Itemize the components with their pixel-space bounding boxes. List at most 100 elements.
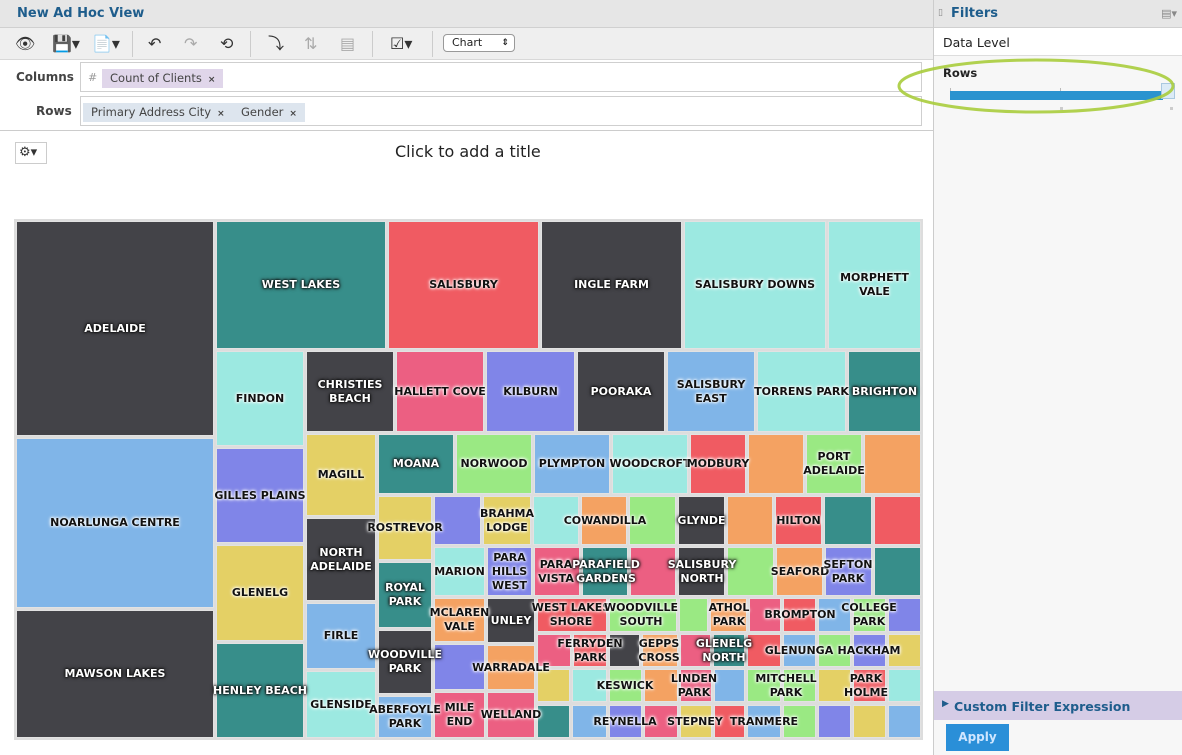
treemap-cell-port-adelaide[interactable]: [806, 434, 862, 494]
treemap-cell-woodcroft[interactable]: [612, 434, 688, 494]
custom-filter-expression-toggle[interactable]: ▶ Custom Filter Expression: [934, 691, 1182, 720]
treemap-cell-adelaide[interactable]: [16, 221, 214, 436]
treemap-cell-morphett-vale[interactable]: [828, 221, 921, 349]
treemap-cell-mitchell-park[interactable]: [783, 669, 816, 702]
treemap-cell-stepney[interactable]: [680, 705, 712, 738]
treemap-cell[interactable]: [824, 496, 872, 545]
remove-icon[interactable]: ×: [208, 75, 216, 85]
treemap-cell[interactable]: [581, 496, 627, 545]
treemap-cell-hackham[interactable]: [853, 634, 886, 667]
treemap-cell[interactable]: [874, 496, 921, 545]
treemap-cell-ferryden-park[interactable]: [573, 634, 607, 667]
treemap-cell-woodville-park[interactable]: [378, 630, 432, 694]
treemap-cell[interactable]: [874, 547, 921, 596]
treemap-cell-royal-park[interactable]: [378, 562, 432, 628]
treemap-cell-salisbury-north[interactable]: [678, 547, 725, 596]
treemap-cell-norwood[interactable]: [456, 434, 532, 494]
sort-icon[interactable]: ⇅: [304, 34, 317, 54]
treemap-cell-aberfoyle-park[interactable]: [378, 696, 432, 738]
treemap-cell[interactable]: [748, 434, 804, 494]
remove-icon[interactable]: ×: [217, 109, 225, 119]
filter-menu-icon[interactable]: ▤▾: [1161, 7, 1177, 20]
treemap-cell[interactable]: [727, 496, 773, 545]
treemap-cell-cowandilla[interactable]: [533, 496, 579, 545]
treemap-cell-marion[interactable]: [434, 547, 485, 596]
treemap-cell-rostrevor[interactable]: [378, 496, 432, 560]
treemap-cell[interactable]: [679, 598, 708, 632]
export-icon[interactable]: 📄▾: [92, 34, 120, 54]
treemap-cell-salisbury-east[interactable]: [667, 351, 755, 432]
treemap-cell[interactable]: [783, 705, 816, 738]
treemap-cell-moana[interactable]: [378, 434, 454, 494]
treemap-cell-hilton[interactable]: [775, 496, 822, 545]
treemap-cell-kilburn[interactable]: [486, 351, 575, 432]
treemap-cell[interactable]: [749, 598, 781, 632]
treemap-cell-west-lakes[interactable]: [216, 221, 386, 349]
treemap-cell-hallett-cove[interactable]: [396, 351, 484, 432]
treemap-cell[interactable]: [853, 705, 886, 738]
apply-button[interactable]: Apply: [946, 724, 1009, 751]
rows-shelf[interactable]: Primary Address City × Gender ×: [80, 96, 922, 126]
treemap-cell[interactable]: [629, 496, 676, 545]
treemap-cell[interactable]: [537, 705, 570, 738]
treemap-cell[interactable]: [818, 669, 851, 702]
treemap-cell-parafield-gardens[interactable]: [582, 547, 628, 596]
treemap-cell-findon[interactable]: [216, 351, 304, 446]
treemap-cell[interactable]: [630, 547, 676, 596]
redo-icon[interactable]: ↷: [184, 34, 197, 54]
treemap-cell-park-holme[interactable]: [853, 669, 886, 702]
undo-icon[interactable]: ↶: [148, 34, 161, 54]
treemap-cell-henley-beach[interactable]: [216, 643, 304, 738]
treemap-cell[interactable]: [644, 669, 678, 702]
treemap-cell-glenelg-north[interactable]: [713, 634, 745, 667]
treemap-cell[interactable]: [537, 634, 571, 667]
treemap-cell-glenside[interactable]: [306, 671, 376, 738]
treemap-cell-athol-park[interactable]: [710, 598, 747, 632]
undo-all-icon[interactable]: ⟲: [220, 34, 233, 54]
treemap-cell-welland[interactable]: [487, 692, 535, 738]
save-icon[interactable]: 💾▾: [52, 34, 80, 54]
treemap-cell[interactable]: [434, 644, 485, 690]
treemap-cell[interactable]: [888, 669, 921, 702]
treemap-cell[interactable]: [537, 669, 570, 702]
treemap-cell-gilles-plains[interactable]: [216, 448, 304, 543]
treemap-cell[interactable]: [818, 598, 851, 632]
treemap-cell-plympton[interactable]: [534, 434, 610, 494]
treemap-cell-christies-beach[interactable]: [306, 351, 394, 432]
chart-title-placeholder[interactable]: Click to add a title: [395, 142, 541, 161]
treemap-cell-mawson-lakes[interactable]: [16, 610, 214, 738]
treemap-cell[interactable]: [644, 705, 678, 738]
treemap-cell-gepps-cross[interactable]: [642, 634, 678, 667]
treemap-cell-north-adelaide[interactable]: [306, 518, 376, 601]
treemap-cell[interactable]: [434, 496, 481, 545]
treemap-cell-warradale[interactable]: [487, 645, 535, 690]
treemap-cell[interactable]: [572, 705, 607, 738]
treemap-cell-modbury[interactable]: [690, 434, 746, 494]
treemap-cell[interactable]: [727, 547, 774, 596]
treemap-cell-salisbury-downs[interactable]: [684, 221, 826, 349]
treemap-cell-woodville-south[interactable]: [609, 598, 677, 632]
treemap-cell-sefton-park[interactable]: [825, 547, 872, 596]
treemap-cell-pooraka[interactable]: [577, 351, 665, 432]
treemap-cell[interactable]: [714, 705, 745, 738]
remove-icon[interactable]: ×: [289, 109, 297, 119]
treemap-cell-keswick[interactable]: [609, 669, 642, 702]
treemap-cell[interactable]: [680, 634, 711, 667]
treemap-cell-noarlunga-centre[interactable]: [16, 438, 214, 608]
row-pill-primary-address-city[interactable]: Primary Address City ×: [83, 103, 233, 122]
treemap-cell-para-vista[interactable]: [534, 547, 580, 596]
treemap-cell-ingle-farm[interactable]: [541, 221, 682, 349]
treemap-cell-brighton[interactable]: [848, 351, 921, 432]
treemap-cell[interactable]: [818, 705, 851, 738]
table-options-icon[interactable]: ▤: [340, 34, 355, 54]
eye-icon[interactable]: 👁: [15, 34, 35, 54]
view-mode-select[interactable]: Chart ⇕: [443, 34, 515, 52]
treemap-cell-glynde[interactable]: [678, 496, 725, 545]
treemap-cell-reynella[interactable]: [609, 705, 642, 738]
treemap-cell-seaford[interactable]: [776, 547, 823, 596]
treemap-cell-mile-end[interactable]: [434, 692, 485, 738]
treemap-cell-torrens-park[interactable]: [757, 351, 846, 432]
treemap-cell[interactable]: [888, 598, 921, 632]
treemap-cell-tranmere[interactable]: [747, 705, 781, 738]
pivot-icon[interactable]: ⤵: [268, 34, 284, 54]
